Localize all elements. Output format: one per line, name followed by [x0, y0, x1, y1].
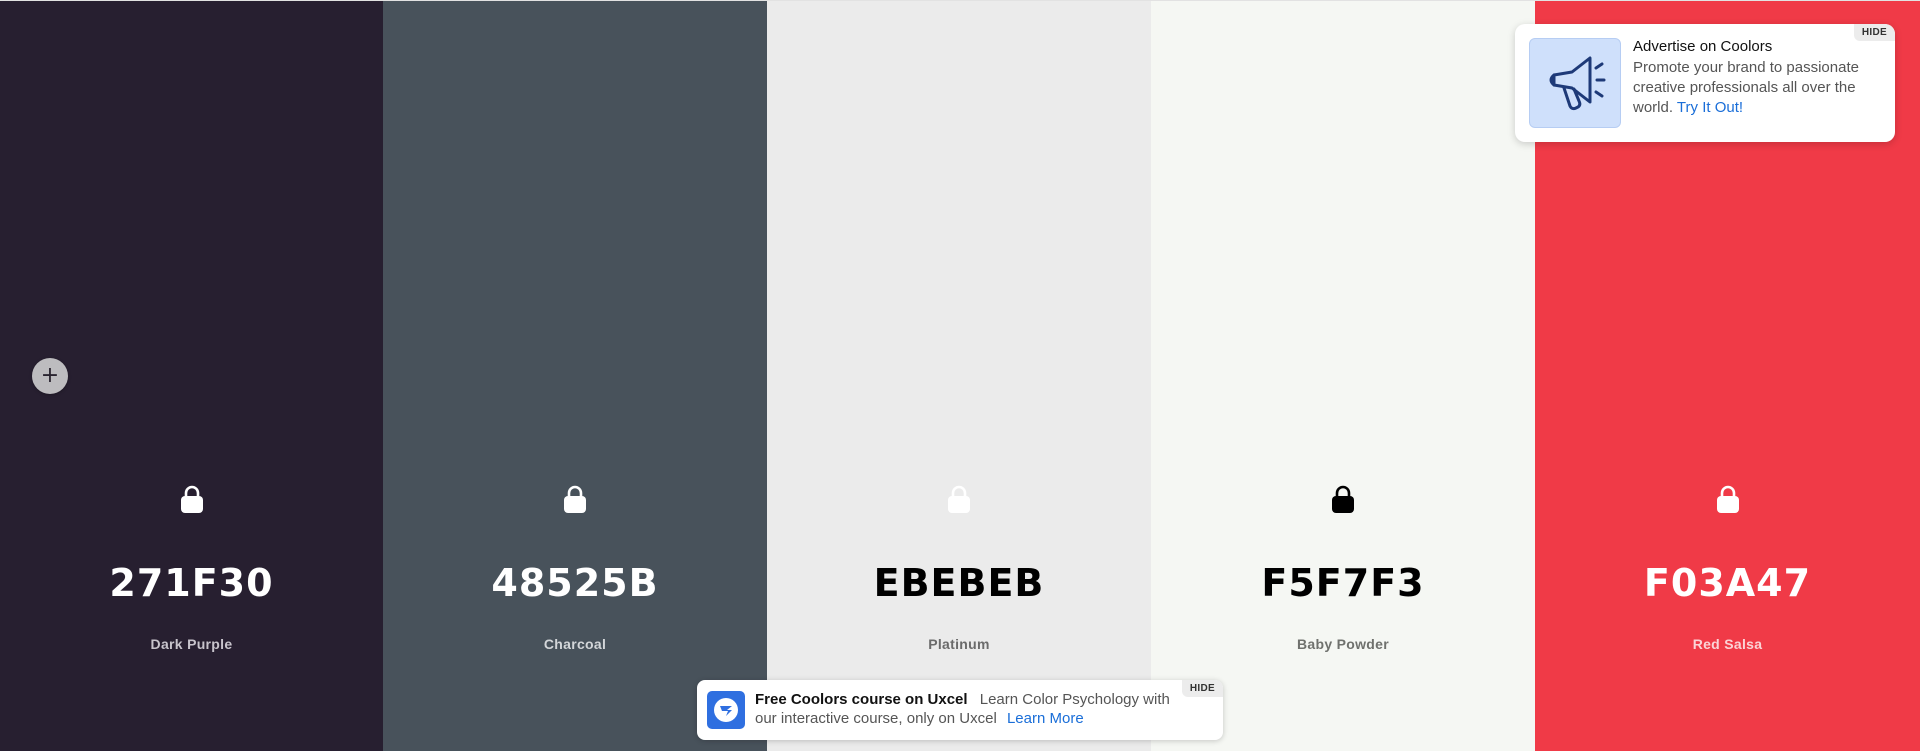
- color-name[interactable]: Dark Purple: [0, 636, 383, 652]
- lock-icon[interactable]: [1713, 480, 1743, 514]
- ad-thumbnail[interactable]: [1529, 38, 1621, 128]
- ad-title: Advertise on Coolors: [1633, 38, 1773, 55]
- hex-code[interactable]: F5F7F3: [1151, 561, 1535, 605]
- course-banner: HIDE Free Coolors course on Uxcel Learn …: [697, 680, 1223, 740]
- color-name[interactable]: Baby Powder: [1151, 636, 1535, 652]
- hex-code[interactable]: 48525B: [383, 561, 767, 605]
- hex-code[interactable]: 271F30: [0, 561, 383, 605]
- megaphone-icon: [1549, 56, 1606, 111]
- hex-code[interactable]: F03A47: [1535, 561, 1920, 605]
- ad-body-text: Promote your brand to passionate creativ…: [1633, 59, 1859, 116]
- ad-try-link[interactable]: Try It Out!: [1677, 99, 1743, 116]
- course-learn-more-link[interactable]: Learn More: [1007, 710, 1084, 727]
- color-column-4[interactable]: F5F7F3 Baby Powder: [1151, 1, 1535, 751]
- ad-body: Promote your brand to passionate creativ…: [1633, 58, 1883, 118]
- color-name[interactable]: Charcoal: [383, 636, 767, 652]
- uxcel-logo-icon[interactable]: [707, 691, 745, 729]
- course-title: Free Coolors course on Uxcel: [755, 691, 968, 708]
- color-column-2[interactable]: 48525B Charcoal: [383, 1, 767, 751]
- lock-icon[interactable]: [560, 480, 590, 514]
- add-color-button[interactable]: +: [32, 358, 68, 394]
- color-name[interactable]: Platinum: [767, 636, 1151, 652]
- lock-icon[interactable]: [944, 480, 974, 514]
- plus-icon: +: [40, 363, 60, 388]
- hex-code[interactable]: EBEBEB: [767, 561, 1151, 605]
- lock-icon[interactable]: [1328, 480, 1358, 514]
- color-name[interactable]: Red Salsa: [1535, 636, 1920, 652]
- ad-hide-button[interactable]: HIDE: [1853, 24, 1895, 41]
- lock-icon[interactable]: [177, 480, 207, 514]
- color-column-3[interactable]: EBEBEB Platinum: [767, 1, 1151, 751]
- advertise-card: HIDE Advertise on Coolors Promote your b…: [1515, 24, 1895, 142]
- course-hide-button[interactable]: HIDE: [1181, 680, 1223, 697]
- course-text: Free Coolors course on Uxcel Learn Color…: [755, 690, 1175, 728]
